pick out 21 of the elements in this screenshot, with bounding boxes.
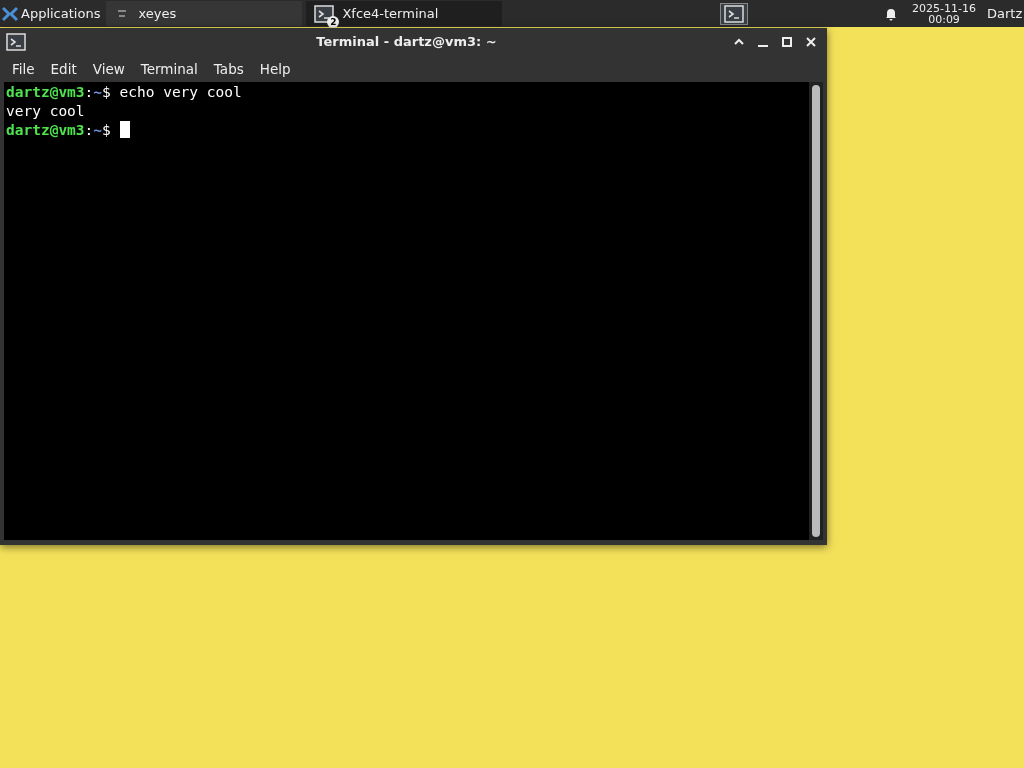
menu-item[interactable]: View [84, 56, 133, 82]
window-title: Terminal - dartz@vm3: ~ [315, 33, 498, 52]
terminal-output: dartz@vm3:~$ echo very cool very cool dartz@vm3:~$ [5, 83, 243, 140]
minimize-icon [758, 45, 768, 47]
terminal-icon [314, 4, 335, 23]
maximize-icon [780, 35, 794, 49]
taskbar-button[interactable]: 2 Xfce4-terminal [306, 1, 503, 26]
notification-bell-icon[interactable] [884, 6, 899, 21]
menu-item[interactable]: Terminal [132, 56, 206, 82]
taskbar-button[interactable]: xeyes [106, 1, 303, 26]
user-name[interactable]: Dartz [987, 3, 1024, 24]
menu-item[interactable]: Tabs [205, 56, 252, 82]
clock[interactable]: 2025-11-16 00:09 [912, 2, 976, 25]
menu-item[interactable]: Help [251, 56, 299, 82]
menu-item[interactable]: Edit [42, 56, 85, 82]
close-icon [804, 35, 818, 49]
applications-menu-button[interactable]: Applications [0, 0, 105, 27]
menu-item[interactable]: File [4, 56, 43, 82]
terminal-icon[interactable] [6, 33, 26, 51]
logo-icon [2, 5, 18, 22]
workspace-switcher[interactable] [720, 2, 749, 25]
